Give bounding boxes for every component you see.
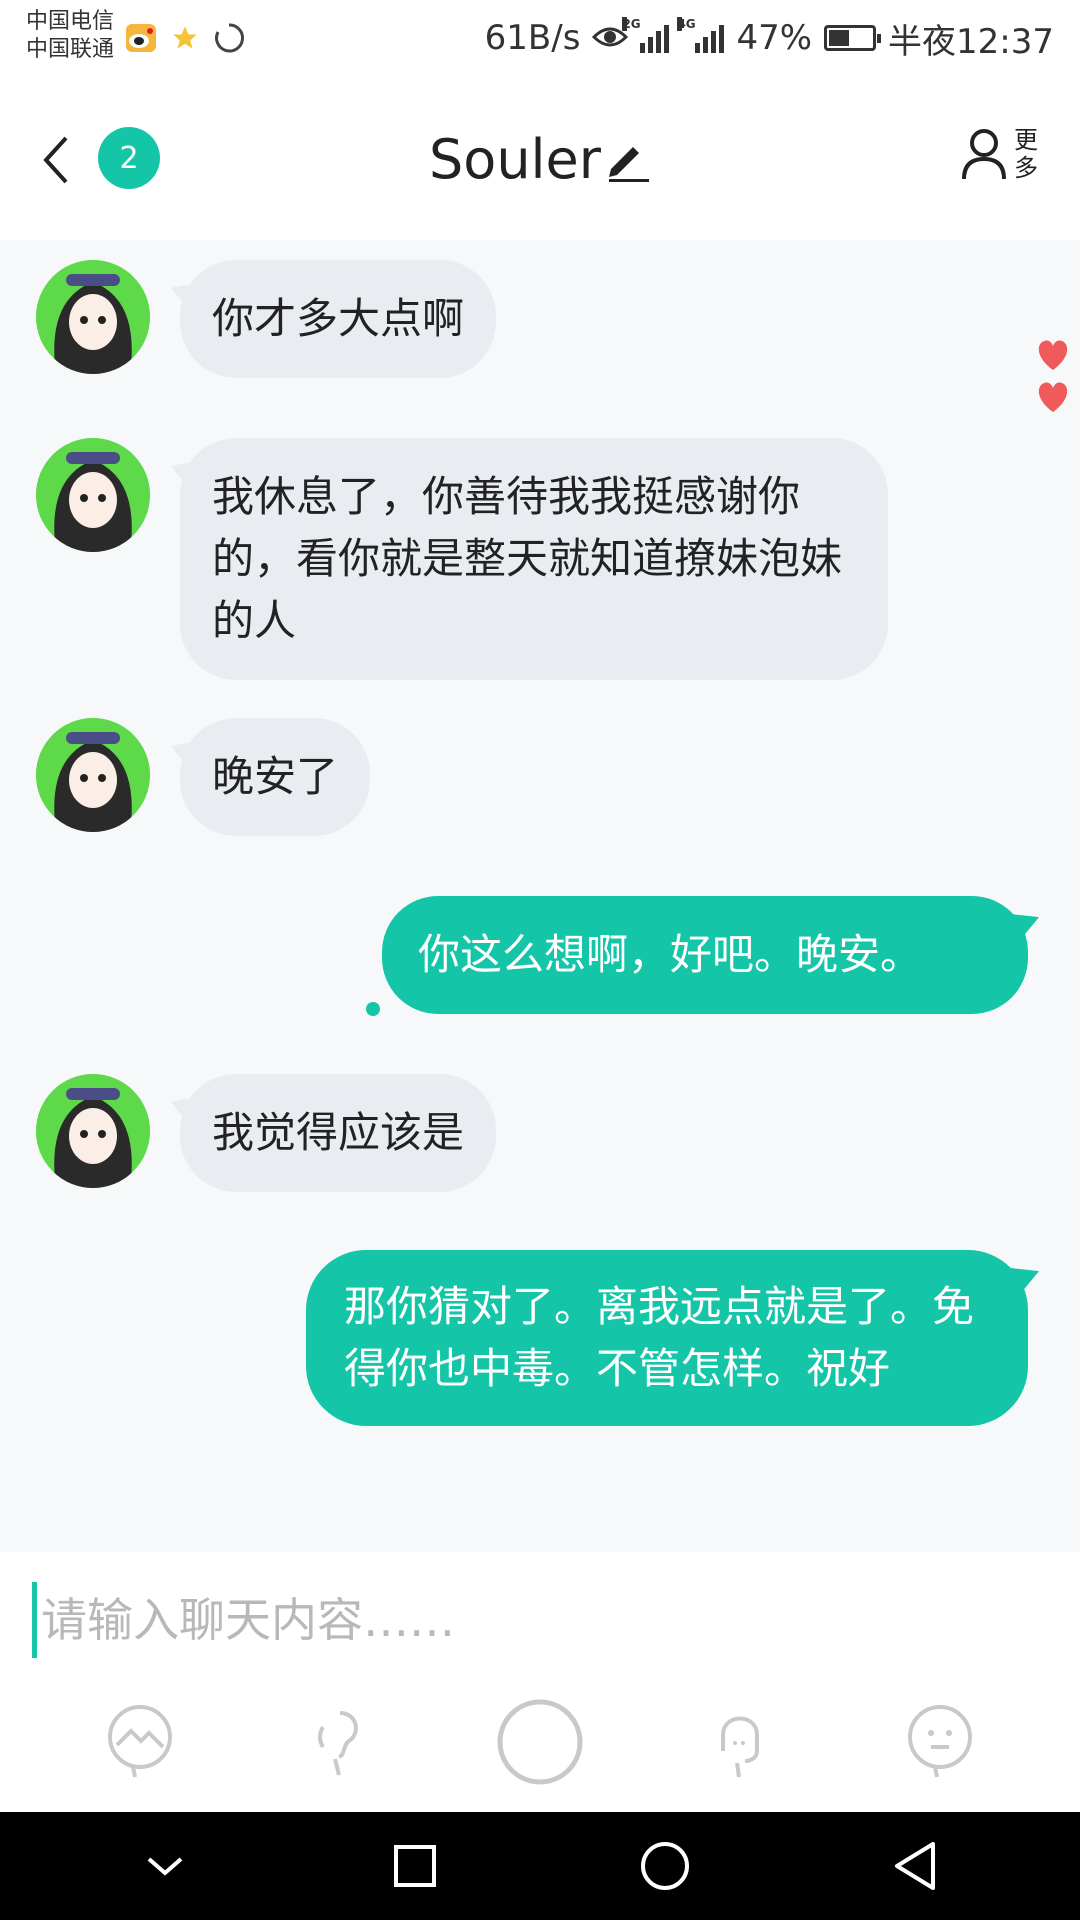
collapse-button[interactable] xyxy=(125,1826,205,1906)
heart-icon xyxy=(1038,382,1068,412)
star-icon xyxy=(171,24,199,56)
message-list[interactable]: 你才多大点啊 我休息了，你善待我我挺感谢你的，看你就是整天就知道撩妹泡妹的人 晚… xyxy=(0,240,1080,1552)
message-bubble-outgoing[interactable]: 你这么想啊，好吧。晚安。 xyxy=(382,896,1028,1014)
more-label: 更多 xyxy=(1014,126,1038,182)
composer xyxy=(0,1552,1080,1812)
signal-1-icon: 2G xyxy=(622,17,670,53)
chat-title: Souler xyxy=(0,124,1080,191)
voice-icon xyxy=(318,1711,358,1776)
carrier-1: 中国电信 xyxy=(26,9,115,34)
record-button[interactable] xyxy=(495,1697,585,1787)
signal-2-type: 4G xyxy=(677,17,696,31)
loading-icon xyxy=(213,22,245,58)
image-button[interactable] xyxy=(95,1697,185,1787)
home-icon xyxy=(641,1842,689,1890)
emoji-icon xyxy=(908,1705,972,1778)
hearts-decoration xyxy=(1034,338,1072,414)
system-nav-bar xyxy=(0,1812,1080,1920)
user-icon xyxy=(962,129,1006,180)
composer-toolbar xyxy=(0,1692,1080,1792)
home-button[interactable] xyxy=(625,1826,705,1906)
read-indicator-dot xyxy=(366,1002,380,1016)
signal-2-icon: 4G xyxy=(677,17,725,53)
recent-apps-icon xyxy=(394,1845,436,1887)
battery-icon xyxy=(824,25,882,51)
collapse-icon xyxy=(147,1857,183,1876)
carrier-names: 中国电信 中国联通 xyxy=(26,8,114,64)
back-icon xyxy=(895,1842,935,1890)
recent-apps-button[interactable] xyxy=(375,1826,455,1906)
avatar[interactable] xyxy=(36,260,150,374)
voice-button[interactable] xyxy=(295,1697,385,1787)
emoji-button[interactable] xyxy=(895,1697,985,1787)
notification-icons xyxy=(125,22,245,58)
mic-button[interactable] xyxy=(695,1697,785,1787)
message-bubble-incoming[interactable]: 你才多大点啊 xyxy=(180,260,497,378)
network-speed: 61B/s xyxy=(484,18,581,58)
more-button[interactable]: 更多 xyxy=(960,126,1040,182)
signal-1-type: 2G xyxy=(622,17,641,31)
clock: 半夜12:37 xyxy=(888,21,1054,62)
image-icon xyxy=(108,1705,172,1778)
chat-input[interactable] xyxy=(32,1582,1032,1658)
weibo-icon xyxy=(125,23,157,57)
edit-icon[interactable] xyxy=(603,135,651,183)
heart-icon xyxy=(1038,340,1068,370)
message-bubble-incoming[interactable]: 晚安了 xyxy=(180,718,371,836)
message-bubble-outgoing[interactable]: 那你猜对了。离我远点就是了。免得你也中毒。不管怎样。祝好 xyxy=(306,1250,1028,1426)
avatar[interactable] xyxy=(36,718,150,832)
message-bubble-incoming[interactable]: 我觉得应该是 xyxy=(180,1074,497,1192)
avatar[interactable] xyxy=(36,1074,150,1188)
status-right: 61B/s 2G 4G 47% 半夜12:37 xyxy=(484,16,1054,62)
page-title: Souler xyxy=(429,127,601,191)
battery-percent: 47% xyxy=(736,18,813,58)
carrier-2: 中国联通 xyxy=(26,37,115,62)
record-icon xyxy=(497,1699,583,1785)
mic-icon xyxy=(721,1716,759,1778)
avatar[interactable] xyxy=(36,438,150,552)
back-nav-button[interactable] xyxy=(875,1826,955,1906)
message-bubble-incoming[interactable]: 我休息了，你善待我我挺感谢你的，看你就是整天就知道撩妹泡妹的人 xyxy=(180,438,888,680)
chat-header: 2 Souler 更多 xyxy=(0,80,1080,240)
status-bar: 中国电信 中国联通 61B/s 2G 4G 47% 半夜12:37 xyxy=(0,0,1080,80)
